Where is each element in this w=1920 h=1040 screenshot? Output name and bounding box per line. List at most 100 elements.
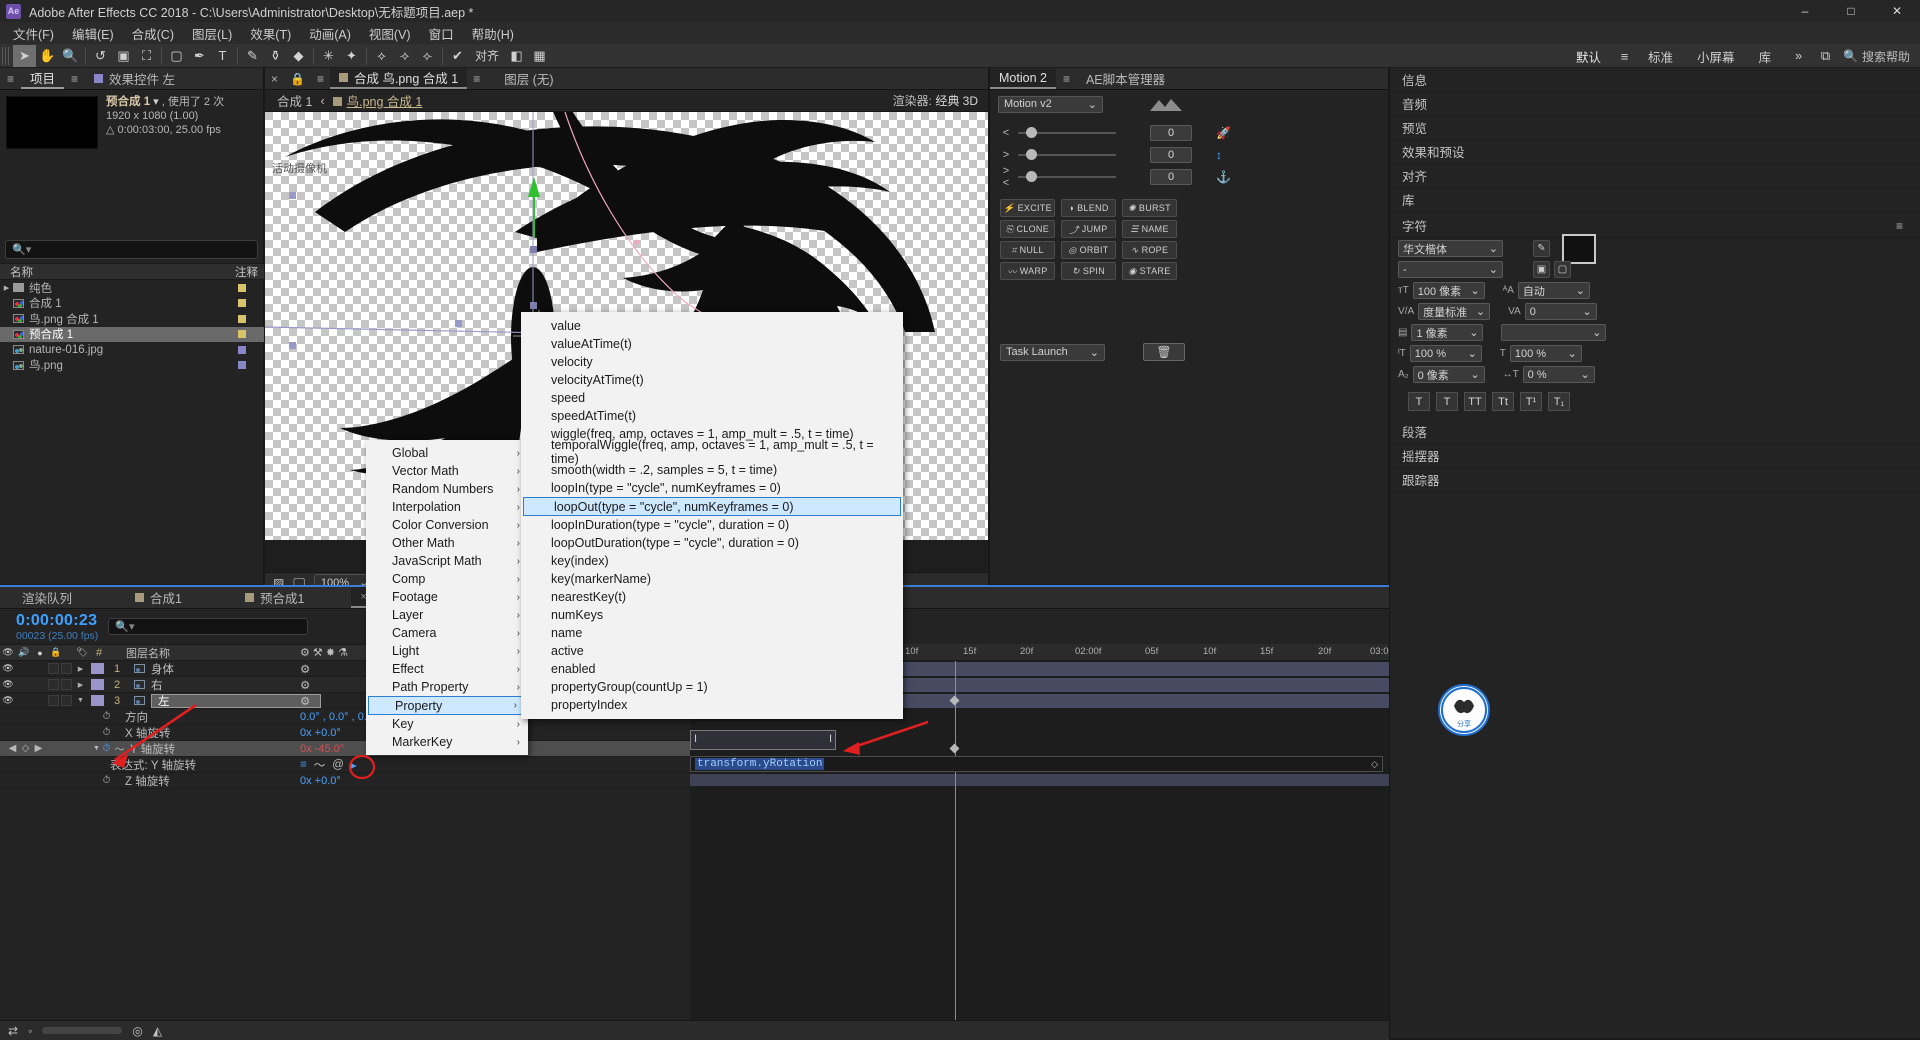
keyframe-marker[interactable] (949, 743, 960, 754)
lock-box[interactable] (61, 695, 72, 706)
rocket-icon[interactable]: 🚀 (1216, 126, 1231, 140)
project-tab-menu-icon[interactable]: ≡ (64, 72, 85, 86)
project-row-bird-png[interactable]: 鸟.png (0, 358, 264, 374)
eraser-tool-icon[interactable]: ◆ (287, 45, 310, 67)
label-swatch[interactable] (238, 283, 246, 292)
renderer-info[interactable]: 渲染器: 经典 3D (893, 92, 978, 109)
orbit-button[interactable]: ◎ ORBIT (1061, 241, 1116, 259)
menu-item-markerkey[interactable]: MarkerKey › (366, 733, 528, 751)
all-caps-button[interactable]: TT (1464, 392, 1486, 411)
subscript-button[interactable]: T₁ (1548, 392, 1570, 411)
menu-item-global[interactable]: Global › (366, 444, 528, 462)
menu-item-camera[interactable]: Camera › (366, 624, 528, 642)
menu-0[interactable]: 文件(F) (4, 21, 63, 46)
project-row-bird-comp1[interactable]: 鸟.png 合成 1 (0, 311, 264, 327)
video-toggle-icon[interactable]: 👁 (0, 663, 16, 674)
comp-lock-icon[interactable]: 🔒 (284, 72, 311, 86)
slider-right-icon[interactable]: > (1000, 149, 1012, 161)
layer-switches[interactable]: ⚙ (300, 662, 310, 676)
dock-section-info[interactable]: 信息 (1390, 68, 1920, 92)
brush-tool-icon[interactable]: ✎ (241, 45, 264, 67)
camera-tool-icon[interactable]: ▣ (112, 45, 135, 67)
workspace-menu-icon[interactable]: ≡ (1613, 45, 1636, 67)
menu-item-loopout[interactable]: loopOut(type = "cycle", numKeyframes = 0… (523, 497, 901, 516)
keyframe-next-icon[interactable]: ▶ (32, 743, 45, 754)
tab-render-queue[interactable]: 渲染队列 (0, 587, 81, 608)
grid-icon[interactable]: ▦ (528, 45, 551, 67)
workspace-library[interactable]: 库 (1747, 47, 1784, 66)
stare-button[interactable]: ◉ STARE (1122, 262, 1177, 280)
label-swatch[interactable] (238, 299, 246, 308)
tracking-select[interactable]: 0 ⌄ (1524, 303, 1597, 320)
workspace-default[interactable]: 默认 (1564, 47, 1613, 66)
label-swatch[interactable] (238, 314, 246, 323)
dock-section-wiggler[interactable]: 摇摆器 (1390, 444, 1920, 468)
project-row-precomp1[interactable]: 预合成 1 (0, 326, 264, 342)
dock-section-preview[interactable]: 预览 (1390, 116, 1920, 140)
tsume-select[interactable]: 0 % ⌄ (1522, 366, 1595, 383)
puppet-advanced-icon[interactable]: ⟣ (416, 45, 439, 67)
menu-item-loopinduration[interactable]: loopInDuration(type = "cycle", duration … (521, 516, 903, 534)
toggle-switches-modes-icon[interactable]: ⇄ (8, 1024, 18, 1038)
timeline-property-row[interactable]: ◀ ◇ ▶ ▼ ⏱ 〜 Y 轴旋转 0x -45.0° (0, 741, 690, 757)
eyedropper-icon[interactable]: ✎ (1533, 240, 1550, 257)
stopwatch-icon[interactable]: ⏱ (100, 711, 113, 722)
menu-item-layer[interactable]: Layer › (366, 606, 528, 624)
slider-track-3[interactable] (1018, 171, 1116, 182)
menu-item-other-math[interactable]: Other Math › (366, 534, 528, 552)
slider-both-icon[interactable]: >< (1000, 165, 1012, 189)
menu-item-random-numbers[interactable]: Random Numbers › (366, 480, 528, 498)
fill-swatch-icon[interactable]: ▣ (1533, 261, 1550, 278)
project-panel-menu-icon[interactable]: ≡ (0, 72, 21, 86)
menu-item-speedattime[interactable]: speedAtTime(t) (521, 407, 903, 425)
pan-behind-tool-icon[interactable]: ⛶ (135, 45, 158, 67)
breadcrumb-comp1[interactable]: 合成 1 (277, 91, 312, 110)
stopwatch-icon[interactable]: ⏱ (100, 743, 113, 754)
layer-label-color[interactable] (91, 695, 104, 706)
roto-brush-tool-icon[interactable]: ✳ (317, 45, 340, 67)
menu-item-velocityattime[interactable]: velocityAtTime(t) (521, 371, 903, 389)
slider-knob-1[interactable] (1026, 127, 1037, 138)
current-time-display[interactable]: 0:00:00:23 00023 (25.00 fps) (16, 612, 98, 642)
keyframe-add-icon[interactable]: ◇ (19, 743, 32, 754)
project-row-solids[interactable]: ▶ 纯色 (0, 280, 264, 296)
menu-item-effect[interactable]: Effect › (366, 660, 528, 678)
stroke-width-select[interactable]: 1 像素 ⌄ (1411, 324, 1484, 341)
menu-item-color-conversion[interactable]: Color Conversion › (366, 516, 528, 534)
menu-5[interactable]: 动画(A) (300, 21, 360, 46)
menu-item-numkeys[interactable]: numKeys (521, 606, 903, 624)
expression-enable-icon[interactable]: ≡ (300, 759, 307, 771)
lock-box[interactable] (61, 679, 72, 690)
motion2-tab-menu-icon[interactable]: ≡ (1056, 72, 1077, 86)
task-launch-select[interactable]: Task Launch ⌄ (1000, 343, 1105, 361)
layer-name[interactable]: 身体 (151, 661, 174, 677)
expression-editor[interactable]: transform.yRotation ◇ (690, 756, 1383, 772)
menu-item-propertyindex[interactable]: propertyIndex (521, 696, 903, 714)
selection-tool-icon[interactable]: ➤ (13, 44, 36, 67)
playhead[interactable] (955, 661, 956, 1040)
fill-color-swatch[interactable] (1562, 233, 1596, 264)
graph-editor-toggle-icon[interactable]: ◭ (153, 1024, 162, 1038)
video-toggle-icon[interactable]: 👁 (0, 679, 16, 690)
close-button[interactable]: ✕ (1874, 0, 1920, 22)
slider-left-icon[interactable]: < (1000, 127, 1012, 139)
video-toggle-icon[interactable]: 👁 (0, 695, 16, 706)
label-swatch[interactable] (238, 330, 246, 339)
layer-label-color[interactable] (91, 679, 104, 690)
slider-value-3[interactable]: 0 (1150, 169, 1192, 185)
dock-section-align[interactable]: 对齐 (1390, 164, 1920, 188)
expand-triangle-icon[interactable]: ▶ (74, 665, 87, 673)
project-row-comp1[interactable]: 合成 1 (0, 296, 264, 312)
breadcrumb-current[interactable]: 鸟.png 合成 1 (347, 95, 423, 109)
puppet-starch-icon[interactable]: ⟡ (370, 45, 393, 67)
menu-item-value[interactable]: value (521, 317, 903, 335)
menu-item-valueattime[interactable]: valueAtTime(t) (521, 335, 903, 353)
expression-graph-icon[interactable]: 〜 (314, 757, 326, 773)
slider-knob-3[interactable] (1026, 171, 1037, 182)
menu-item-vector-math[interactable]: Vector Math › (366, 462, 528, 480)
menu-item-enabled[interactable]: enabled (521, 660, 903, 678)
text-tool-icon[interactable]: T (211, 45, 234, 67)
menu-item-interpolation[interactable]: Interpolation › (366, 498, 528, 516)
anchor-icon[interactable]: ⚓ (1216, 170, 1231, 184)
layer-name[interactable]: 右 (151, 677, 163, 693)
